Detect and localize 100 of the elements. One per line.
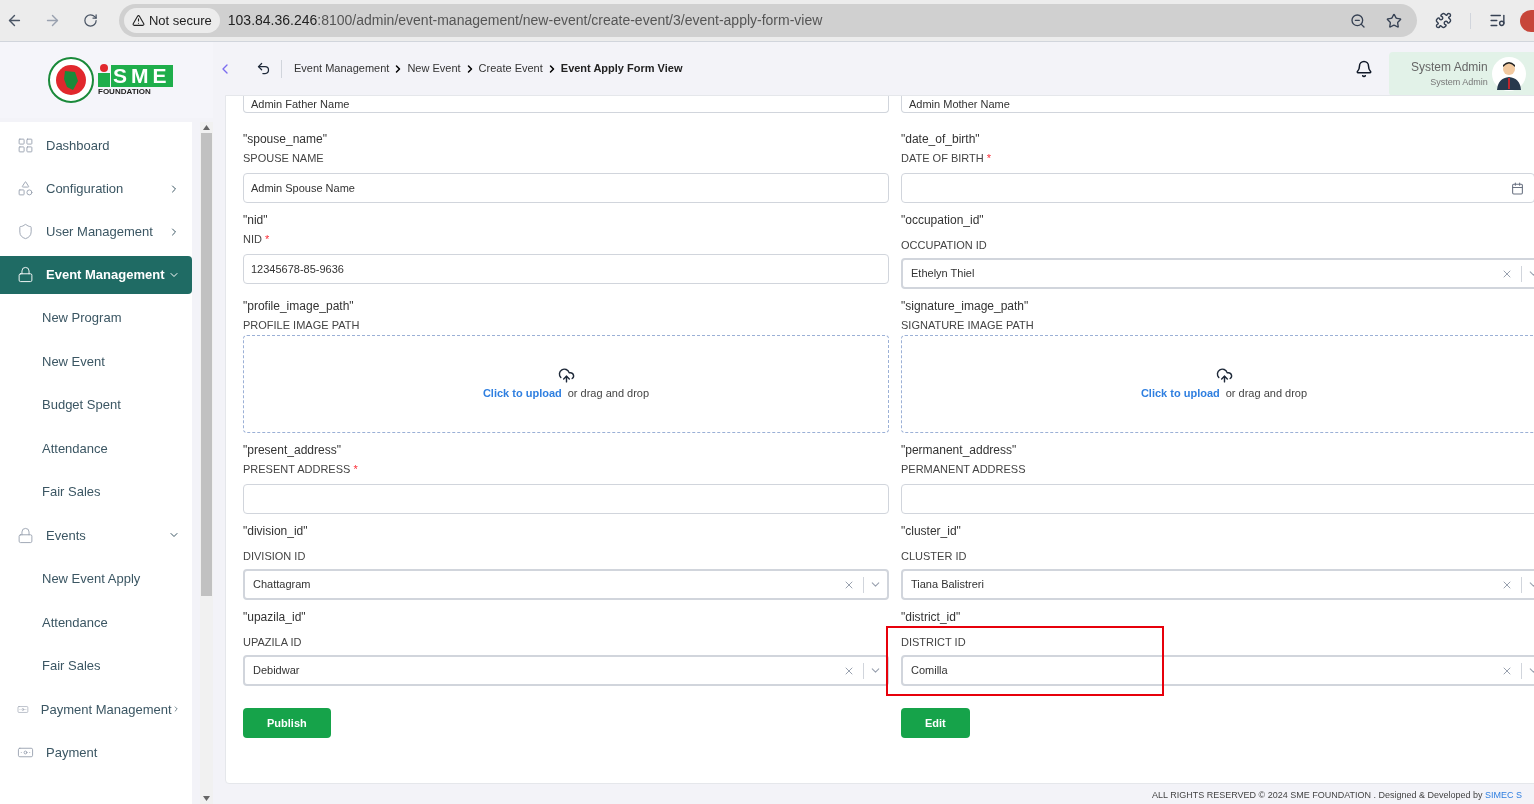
footer-link[interactable]: SIMEC S xyxy=(1485,790,1523,800)
select-value: Chattagram xyxy=(253,577,312,593)
security-label: Not secure xyxy=(148,11,212,30)
sidebar-item[interactable]: Configuration xyxy=(0,169,192,208)
bookmark-icon[interactable] xyxy=(1386,12,1403,29)
field-label: UPAZILA ID xyxy=(243,635,302,650)
warning-icon xyxy=(131,14,145,27)
upload-link[interactable]: Click to upload xyxy=(482,384,562,402)
scroll-up-icon[interactable] xyxy=(203,125,210,130)
footer-text: ALL RIGHTS RESERVED © 2024 SME FOUNDATION . Designed & Developed by SIMEC S xyxy=(1152,789,1523,801)
scroll-down-icon[interactable] xyxy=(203,796,210,801)
field-key: "signature_image_path" xyxy=(901,298,1029,314)
select-value: Comilla xyxy=(911,663,949,679)
text-field[interactable] xyxy=(243,484,889,514)
upload-icon xyxy=(1215,366,1233,384)
sidebar-subitem[interactable]: New Event xyxy=(0,342,192,381)
sidebar-subitem[interactable]: Fair Sales xyxy=(0,473,192,512)
select-value: Debidwar xyxy=(253,663,301,679)
user-role: System Admin xyxy=(1430,76,1488,90)
field-key: "permanent_address" xyxy=(901,442,1017,458)
text-field[interactable]: Admin Spouse Name xyxy=(243,173,889,203)
field-label: PRESENT ADDRESS * xyxy=(243,462,358,477)
field-value: Admin Mother Name xyxy=(909,96,1010,112)
upload-icon xyxy=(557,366,575,384)
sidebar-item[interactable]: Events xyxy=(0,516,192,555)
sidebar-subitem[interactable]: Fair Sales xyxy=(0,646,192,685)
user-chip[interactable]: System Admin System Admin xyxy=(1389,52,1534,96)
logo-emblem xyxy=(48,57,94,103)
text-field[interactable] xyxy=(901,484,1534,514)
field-key: "occupation_id" xyxy=(901,212,984,228)
upload-dropzone[interactable]: Click to upload or drag and drop xyxy=(243,335,889,433)
field-label: NID * xyxy=(243,232,270,247)
field-value: Admin Father Name xyxy=(251,96,350,112)
field-label: PROFILE IMAGE PATH xyxy=(243,318,360,333)
logo-caption: FOUNDATION xyxy=(98,86,152,97)
field-key: "spouse_name" xyxy=(243,131,327,147)
sidebar-item[interactable]: Payment Management xyxy=(0,690,192,729)
upload-dropzone[interactable]: Click to upload or drag and drop xyxy=(901,335,1534,433)
url-text: 103.84.36.246:8100/admin/event-management/new-event/create-event/3/event-apply-form-view xyxy=(227,11,823,30)
sidebar-item[interactable]: Event Management xyxy=(0,255,192,294)
field-value: Admin Spouse Name xyxy=(251,180,355,196)
menu-icon xyxy=(17,180,34,197)
reload-icon[interactable] xyxy=(82,13,98,28)
sidebar-item[interactable]: Payment xyxy=(0,733,192,772)
sidebar-subitem[interactable]: Attendance xyxy=(0,603,192,642)
text-field[interactable]: Admin Mother Name xyxy=(901,96,1534,113)
sidebar-subitem[interactable]: Attendance xyxy=(0,429,192,468)
sidebar-subitem[interactable]: New Event Apply xyxy=(0,559,192,598)
menu-icon xyxy=(17,137,34,154)
field-label: SIGNATURE IMAGE PATH xyxy=(901,318,1034,333)
field-label: PERMANENT ADDRESS xyxy=(901,462,1026,477)
field-label: OCCUPATION ID xyxy=(901,238,987,253)
sidebar-item[interactable]: User Management xyxy=(0,212,192,251)
menu-icon xyxy=(17,223,34,240)
select-field[interactable]: Tiana Balistreri xyxy=(901,569,1534,600)
select-field[interactable]: Chattagram xyxy=(243,569,889,600)
upload-link[interactable]: Click to upload xyxy=(1140,384,1220,402)
media-icon[interactable] xyxy=(1489,12,1506,29)
breadcrumb-link[interactable]: Create Event xyxy=(478,60,543,77)
field-label: DIVISION ID xyxy=(243,549,306,564)
select-value: Tiana Balistreri xyxy=(911,577,985,593)
profile-avatar[interactable] xyxy=(1520,9,1534,32)
breadcrumb-link[interactable]: Event Apply Form View xyxy=(560,60,683,77)
sidebar-subitem[interactable]: New Program xyxy=(0,298,192,337)
scroll-thumb[interactable] xyxy=(201,133,212,596)
field-key: "present_address" xyxy=(243,442,341,458)
text-field[interactable]: Admin Father Name xyxy=(243,96,889,113)
field-label: CLUSTER ID xyxy=(901,549,967,564)
avatar xyxy=(1491,57,1526,91)
notification-icon[interactable] xyxy=(1355,59,1373,78)
field-label: DATE OF BIRTH * xyxy=(901,151,992,166)
select-field[interactable]: Debidwar xyxy=(243,655,889,686)
address-bar[interactable]: Not secure 103.84.36.246:8100/admin/event-management/new-event/create-event/3/event-apply-form-view xyxy=(118,4,1418,37)
extensions-icon[interactable] xyxy=(1435,12,1453,29)
field-key: "date_of_birth" xyxy=(901,131,980,147)
calendar-icon xyxy=(1511,181,1524,195)
field-key: "upazila_id" xyxy=(243,609,306,625)
security-chip[interactable]: Not secure xyxy=(123,8,220,33)
sidebar-subitem[interactable]: Budget Spent xyxy=(0,386,192,424)
select-field[interactable]: Ethelyn Thiel xyxy=(901,258,1534,289)
upload-hint: or drag and drop xyxy=(567,385,650,401)
field-key: "cluster_id" xyxy=(901,523,961,539)
upload-hint: or drag and drop xyxy=(1225,385,1308,401)
date-field[interactable] xyxy=(901,173,1534,203)
text-field[interactable]: 12345678-85-9636 xyxy=(243,254,889,284)
field-label: DISTRICT ID xyxy=(901,635,966,650)
breadcrumb-link[interactable]: Event Management xyxy=(294,60,390,77)
user-name: System Admin xyxy=(1411,59,1488,77)
breadcrumb-link[interactable]: New Event xyxy=(407,60,461,77)
sidebar-item[interactable]: Dashboard xyxy=(0,126,192,165)
back-icon[interactable] xyxy=(6,12,23,29)
field-value: 12345678-85-9636 xyxy=(251,261,344,277)
zoom-icon[interactable] xyxy=(1350,12,1367,29)
select-field[interactable]: Comilla xyxy=(901,655,1534,686)
field-key: "nid" xyxy=(243,212,268,228)
field-key: "division_id" xyxy=(243,523,308,539)
logo-mark: SME xyxy=(98,63,173,87)
back-icon[interactable] xyxy=(256,61,271,76)
field-key: "district_id" xyxy=(901,609,961,625)
menu-icon xyxy=(17,266,34,283)
